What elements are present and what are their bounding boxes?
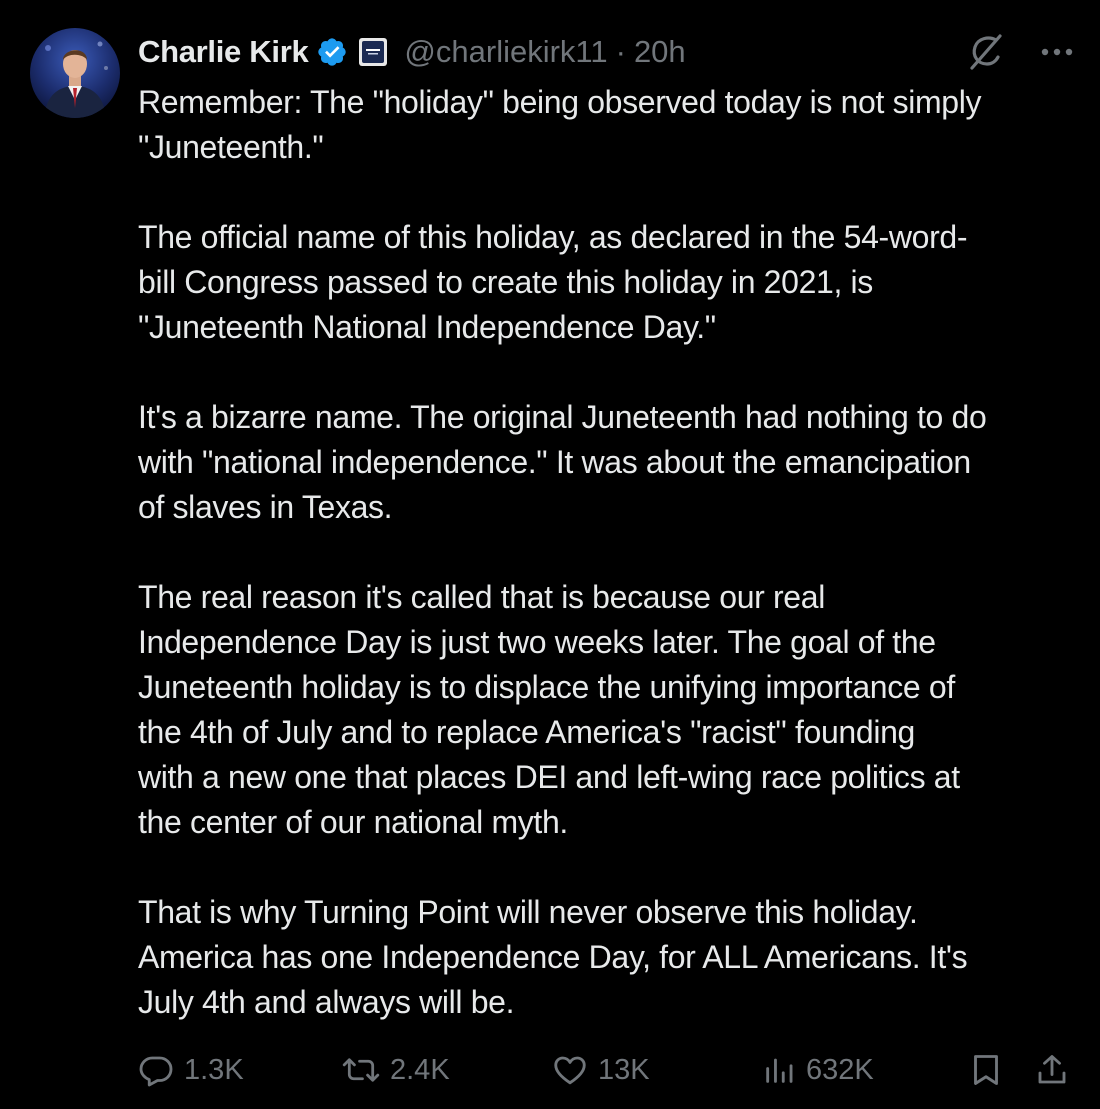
more-options-icon[interactable] xyxy=(1040,47,1074,57)
reply-count: 1.3K xyxy=(184,1053,244,1086)
author-meta: @charliekirk11 · 20h xyxy=(404,34,685,70)
tweet-top-controls xyxy=(966,30,1074,74)
tweet-action-bar: 1.3K 2.4K 13K 632K xyxy=(138,1052,1078,1096)
author-display-name[interactable]: Charlie Kirk xyxy=(138,34,309,70)
repost-icon xyxy=(342,1052,380,1088)
share-button[interactable] xyxy=(1034,1052,1070,1088)
grok-icon[interactable] xyxy=(966,32,1006,72)
views-button[interactable]: 632K xyxy=(762,1052,874,1088)
reply-icon xyxy=(138,1052,174,1088)
heart-icon xyxy=(552,1052,588,1088)
repost-button[interactable]: 2.4K xyxy=(342,1052,450,1088)
like-button[interactable]: 13K xyxy=(552,1052,650,1088)
views-count: 632K xyxy=(806,1053,874,1086)
affiliation-badge-icon[interactable] xyxy=(358,37,388,67)
bookmark-icon xyxy=(968,1052,1004,1088)
bookmark-button[interactable] xyxy=(968,1052,1004,1088)
post-timestamp[interactable]: 20h xyxy=(634,34,686,70)
reply-button[interactable]: 1.3K xyxy=(138,1052,244,1088)
tweet-text: Remember: The "holiday" being observed t… xyxy=(138,84,987,1020)
views-chart-icon xyxy=(762,1052,796,1088)
share-icon xyxy=(1034,1052,1070,1088)
author-handle[interactable]: @charliekirk11 xyxy=(404,34,607,70)
verified-badge-icon[interactable] xyxy=(316,36,348,68)
avatar[interactable] xyxy=(30,28,120,118)
tweet-header: Charlie Kirk @charliekirk11 · 20h xyxy=(138,30,686,74)
like-count: 13K xyxy=(598,1053,650,1086)
meta-separator: · xyxy=(615,34,626,69)
repost-count: 2.4K xyxy=(390,1053,450,1086)
